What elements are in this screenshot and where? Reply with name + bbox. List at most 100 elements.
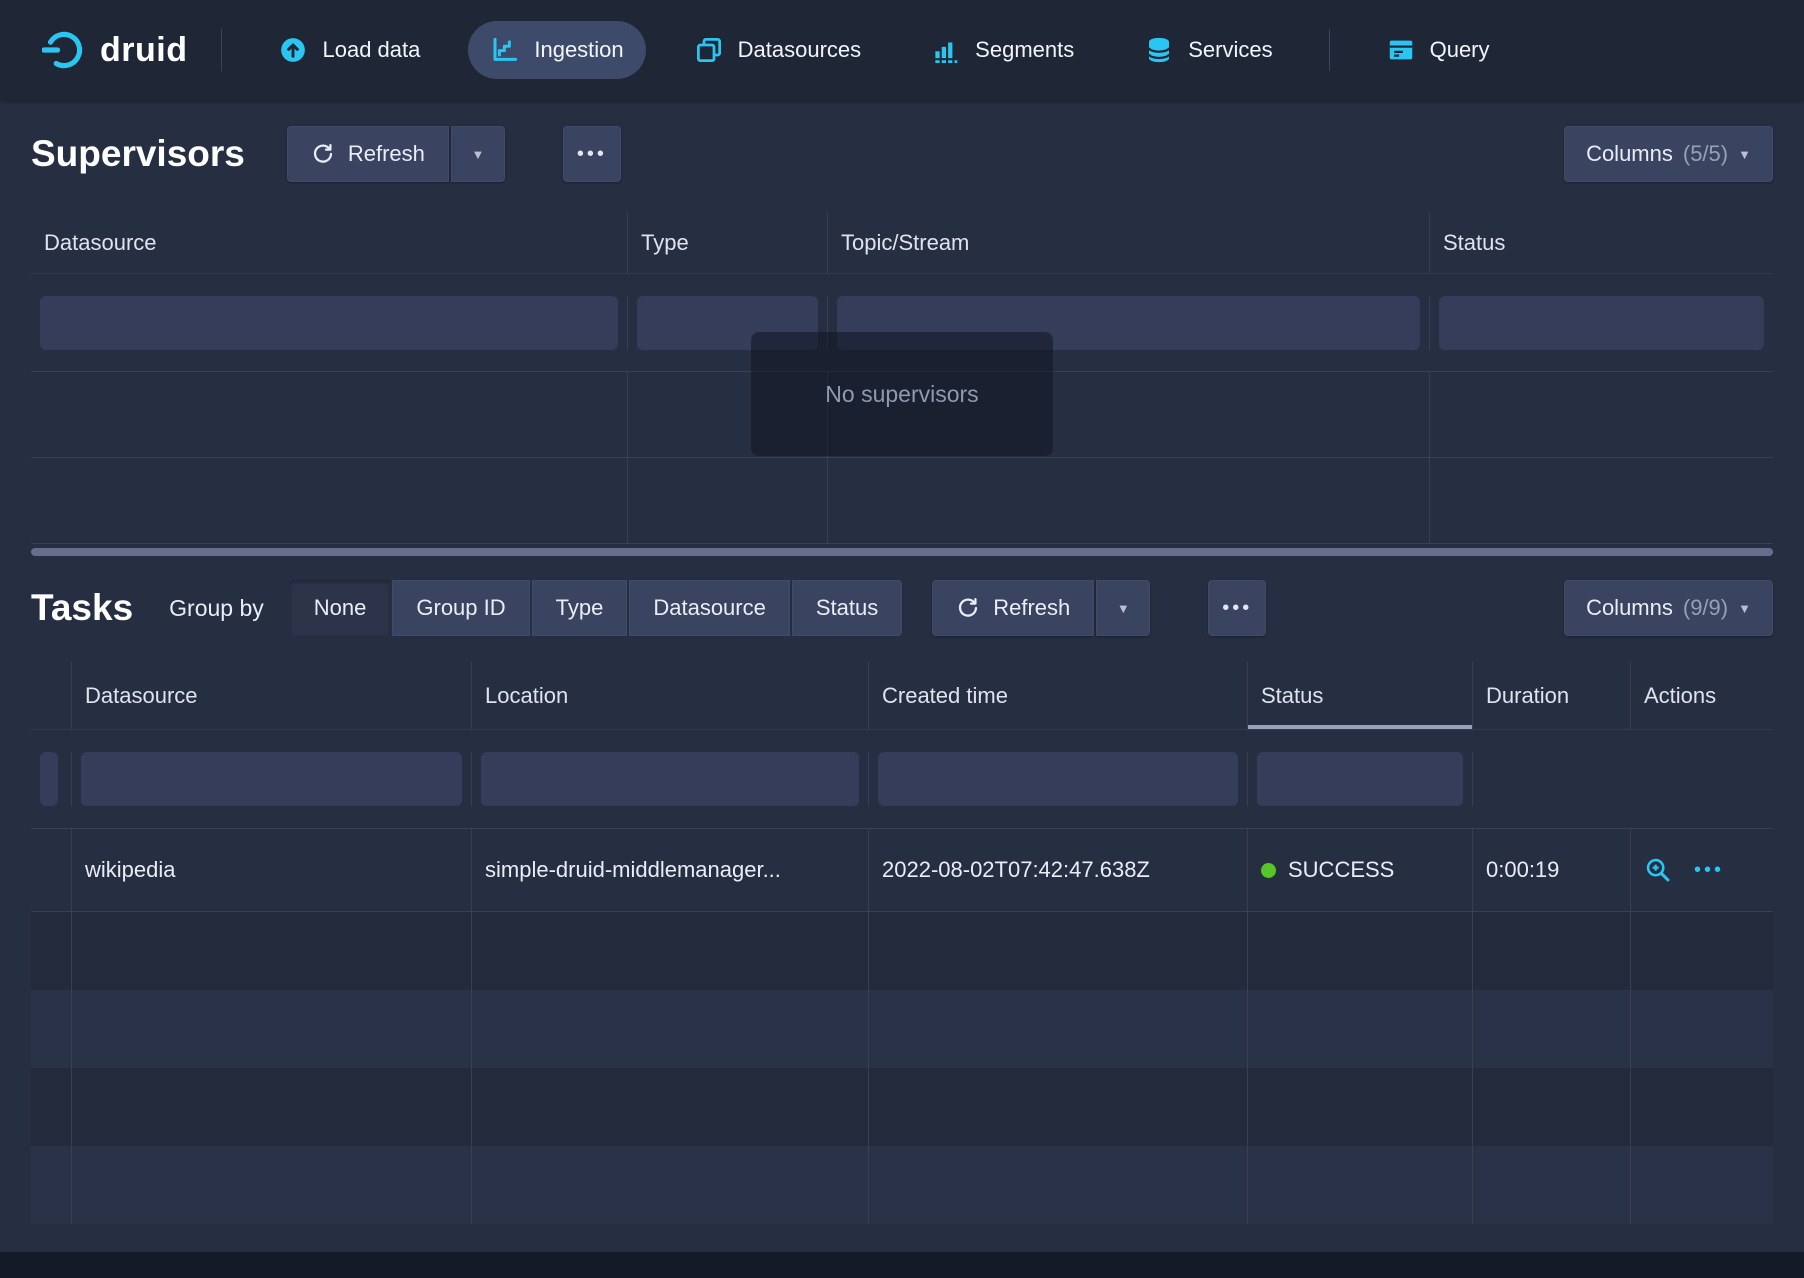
supervisors-header-row: Datasource Type Topic/Stream Status (31, 212, 1773, 274)
empty-cell (628, 458, 828, 543)
empty-cell (1631, 990, 1773, 1068)
tasks-columns-button[interactable]: Columns (9/9) ▼ (1564, 580, 1773, 636)
datasources-icon (694, 35, 724, 65)
top-navbar: druid Load data Ingestion Datasources (0, 0, 1804, 100)
task-id-filter-input-clipped[interactable] (40, 752, 58, 806)
logo-text: druid (100, 31, 187, 70)
nav-item-load-data[interactable]: Load data (256, 21, 442, 79)
column-header-duration[interactable]: Duration (1473, 662, 1631, 729)
location-filter-input[interactable] (481, 752, 859, 806)
refresh-icon (311, 142, 335, 166)
status-badge: SUCCESS (1288, 857, 1394, 883)
task-row-wikipedia[interactable]: wikipedia simple-druid-middlemanager... … (31, 828, 1773, 912)
refresh-label: Refresh (348, 141, 425, 167)
group-by-status-button[interactable]: Status (792, 580, 902, 636)
group-by-label: Group by (169, 595, 264, 622)
task-created-time-cell: 2022-08-02T07:42:47.638Z (869, 829, 1248, 911)
empty-cell (869, 990, 1248, 1068)
group-by-group-id-button[interactable]: Group ID (392, 580, 529, 636)
columns-count: (5/5) (1683, 141, 1728, 167)
tasks-more-button[interactable]: ••• (1208, 580, 1266, 636)
column-header-created-time[interactable]: Created time (869, 662, 1248, 729)
empty-cell (31, 1068, 72, 1146)
supervisors-refresh-caret-button[interactable]: ▼ (451, 126, 505, 182)
nav-item-ingestion[interactable]: Ingestion (468, 21, 645, 79)
chevron-down-icon: ▼ (1738, 148, 1751, 161)
tasks-table: Datasource Location Created time Status … (31, 662, 1773, 1224)
success-status-dot (1261, 863, 1276, 878)
ingestion-icon (490, 35, 520, 65)
datasource-filter-input[interactable] (40, 296, 618, 350)
column-header-status[interactable]: Status (1430, 212, 1773, 273)
nav-item-segments[interactable]: Segments (909, 21, 1096, 79)
empty-cell (869, 912, 1248, 990)
supervisors-empty-row (31, 458, 1773, 544)
filter-cell (1430, 296, 1773, 350)
empty-cell (31, 458, 628, 543)
horizontal-scrollbar[interactable] (31, 548, 1773, 556)
empty-cell (472, 1146, 869, 1224)
row-more-actions-icon[interactable]: ••• (1694, 859, 1724, 882)
empty-cell (31, 990, 72, 1068)
filter-cell (72, 752, 472, 806)
nav-divider (221, 29, 222, 71)
bottom-scrollbar-track[interactable] (0, 1252, 1804, 1278)
segments-icon (931, 35, 961, 65)
magnifier-detail-icon[interactable] (1644, 856, 1672, 884)
column-header-location[interactable]: Location (472, 662, 869, 729)
group-by-type-button[interactable]: Type (532, 580, 628, 636)
supervisors-table: Datasource Type Topic/Stream Status (31, 212, 1773, 544)
supervisors-more-button[interactable]: ••• (563, 126, 621, 182)
druid-logo-icon (42, 28, 86, 72)
row-gutter-cell (31, 829, 72, 911)
column-header-datasource[interactable]: Datasource (31, 212, 628, 273)
nav-item-datasources[interactable]: Datasources (672, 21, 884, 79)
empty-cell (828, 458, 1430, 543)
empty-cell (1473, 990, 1631, 1068)
status-filter-input[interactable] (1439, 296, 1764, 350)
filter-cell (31, 752, 72, 806)
datasource-filter-input[interactable] (81, 752, 462, 806)
tasks-refresh-caret-button[interactable]: ▼ (1096, 580, 1150, 636)
supervisors-refresh-button[interactable]: Refresh (287, 126, 449, 182)
empty-cell (472, 1068, 869, 1146)
nav-divider (1329, 29, 1330, 71)
column-header-actions[interactable]: Actions (1631, 662, 1773, 729)
nav-item-query[interactable]: Query (1364, 21, 1512, 79)
tasks-empty-row (31, 990, 1773, 1068)
supervisors-refresh-group: Refresh ▼ (287, 126, 505, 182)
empty-cell (1430, 458, 1773, 543)
refresh-icon (956, 596, 980, 620)
column-header-topic-stream[interactable]: Topic/Stream (828, 212, 1430, 273)
column-header-status-sorted[interactable]: Status (1248, 662, 1473, 729)
tasks-refresh-group: Refresh ▼ (932, 580, 1150, 636)
empty-cell (1473, 912, 1631, 990)
created-time-filter-input[interactable] (878, 752, 1238, 806)
group-by-none-button[interactable]: None (290, 580, 391, 636)
column-header-type[interactable]: Type (628, 212, 828, 273)
empty-cell (1473, 1068, 1631, 1146)
tasks-refresh-button[interactable]: Refresh (932, 580, 1094, 636)
column-header-datasource[interactable]: Datasource (72, 662, 472, 729)
chevron-down-icon: ▼ (1117, 602, 1130, 615)
empty-cell (1248, 912, 1473, 990)
empty-cell (472, 912, 869, 990)
supervisors-section: Supervisors Refresh ▼ ••• Columns (0, 100, 1804, 544)
druid-console: druid Load data Ingestion Datasources (0, 0, 1804, 1278)
group-by-datasource-button[interactable]: Datasource (629, 580, 790, 636)
empty-cell (31, 372, 628, 457)
empty-cell (472, 990, 869, 1068)
nav-item-label: Query (1430, 37, 1490, 63)
empty-cell (869, 1146, 1248, 1224)
druid-logo[interactable]: druid (42, 28, 187, 72)
status-filter-input[interactable] (1257, 752, 1463, 806)
empty-cell (1248, 990, 1473, 1068)
columns-label: Columns (1586, 141, 1673, 167)
empty-cell (72, 990, 472, 1068)
task-actions-cell: ••• (1631, 829, 1773, 911)
supervisors-columns-button[interactable]: Columns (5/5) ▼ (1564, 126, 1773, 182)
empty-cell (1631, 1146, 1773, 1224)
nav-item-services[interactable]: Services (1122, 21, 1294, 79)
task-duration-cell: 0:00:19 (1473, 829, 1631, 911)
supervisors-title: Supervisors (31, 133, 245, 175)
